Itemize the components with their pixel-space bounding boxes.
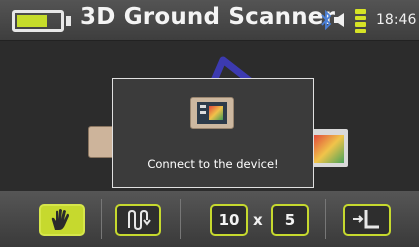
bottom-toolbar: 10 x 5 [0,191,419,247]
battery-fill [17,15,48,27]
main-view: Connect to the device! [0,41,419,191]
connect-dialog[interactable]: Connect to the device! [112,78,314,188]
grid-start-button[interactable] [343,204,391,236]
clock: 18:46 [376,12,417,28]
top-bar: 3D Ground Scanner 18:46 [0,0,419,41]
divider [180,199,181,239]
battery-icon [12,10,64,32]
hand-icon [51,209,69,230]
times-label: x [253,211,263,229]
manual-mode-button[interactable] [39,204,85,236]
dialog-message: Connect to the device! [147,157,279,171]
grid-corner-icon [353,210,379,229]
app-title: 3D Ground Scanner [80,4,336,30]
speaker-icon [334,13,344,27]
signal-icon [355,9,366,33]
bluetooth-icon [321,10,332,30]
path-pattern-icon [128,209,151,231]
grid-width-field[interactable]: 10 [210,204,248,236]
scan-path-button[interactable] [115,204,161,236]
battery-nub [66,16,71,26]
device-tablet-icon [190,97,234,129]
grid-height-field[interactable]: 5 [271,204,309,236]
divider [101,199,102,239]
divider [325,199,326,239]
